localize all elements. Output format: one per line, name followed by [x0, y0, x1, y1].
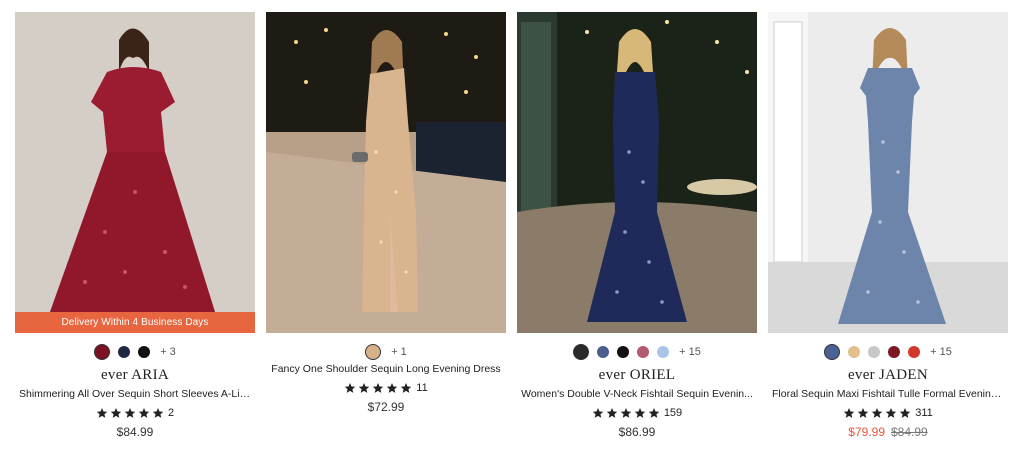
star-icon — [857, 408, 869, 418]
product-title[interactable]: Floral Sequin Maxi Fishtail Tulle Formal… — [768, 388, 1008, 400]
product-price: $79.99 $84.99 — [768, 425, 1008, 439]
rating-count[interactable]: 311 — [915, 407, 933, 419]
product-brand: ever JADEN — [847, 367, 929, 383]
star-icon — [620, 408, 632, 418]
color-swatch[interactable] — [908, 346, 921, 358]
star-icon — [592, 408, 604, 418]
star-icon — [648, 408, 660, 418]
rating: 2 — [15, 406, 255, 420]
price-value: $86.99 — [618, 425, 656, 439]
product-price: $84.99 — [15, 425, 255, 439]
sale-price: $79.99 — [848, 425, 885, 439]
star-icon — [345, 383, 356, 393]
color-swatch[interactable] — [888, 346, 901, 358]
star-icon — [401, 383, 412, 393]
star-icon — [885, 408, 897, 418]
star-icon — [387, 383, 398, 393]
color-swatch[interactable] — [848, 346, 861, 358]
star-icon — [843, 408, 855, 418]
more-colors-count[interactable]: + 15 — [930, 346, 952, 358]
price-value: $84.99 — [116, 425, 154, 439]
more-colors-count[interactable]: + 1 — [391, 346, 407, 358]
delivery-banner: Delivery Within 4 Business Days — [15, 312, 255, 333]
product-grid: Delivery Within 4 Business Days + 3 ever… — [0, 0, 1024, 456]
star-icon — [124, 408, 136, 418]
product-card[interactable]: + 1 Fancy One Shoulder Sequin Long Eveni… — [266, 12, 506, 414]
star-icon — [152, 408, 164, 418]
original-price: $84.99 — [891, 425, 928, 439]
color-swatches: + 15 — [517, 344, 757, 360]
color-swatch-selected[interactable] — [94, 344, 111, 360]
rating: 311 — [768, 406, 1008, 420]
star-icon — [871, 408, 883, 418]
rating-count[interactable]: 11 — [416, 382, 427, 394]
color-swatch[interactable] — [118, 346, 131, 358]
more-colors-count[interactable]: + 15 — [679, 346, 701, 358]
product-card[interactable]: Delivery Within 4 Business Days + 3 ever… — [15, 12, 255, 439]
color-swatch[interactable] — [597, 346, 610, 358]
star-icon — [634, 408, 646, 418]
color-swatch[interactable] — [138, 346, 151, 358]
product-title[interactable]: Shimmering All Over Sequin Short Sleeves… — [15, 388, 255, 400]
star-icon — [899, 408, 911, 418]
product-brand: ever ARIA — [100, 367, 170, 383]
product-image[interactable] — [517, 12, 757, 333]
rating: 159 — [517, 406, 757, 420]
product-title[interactable]: Women's Double V-Neck Fishtail Sequin Ev… — [517, 388, 757, 400]
color-swatches: + 15 — [768, 344, 1008, 360]
product-card[interactable]: + 15 ever JADEN Floral Sequin Maxi Fisht… — [768, 12, 1008, 439]
product-price: $72.99 — [266, 400, 506, 414]
product-card[interactable]: + 15 ever ORIEL Women's Double V-Neck Fi… — [517, 12, 757, 439]
product-image[interactable]: Delivery Within 4 Business Days — [15, 12, 255, 333]
color-swatch[interactable] — [637, 346, 650, 358]
color-swatches: + 1 — [266, 344, 506, 360]
color-swatch-selected[interactable] — [365, 344, 382, 360]
product-title[interactable]: Fancy One Shoulder Sequin Long Evening D… — [266, 363, 506, 375]
color-swatch[interactable] — [868, 346, 881, 358]
rating-count[interactable]: 159 — [664, 407, 682, 419]
star-icon — [373, 383, 384, 393]
star-icon — [138, 408, 150, 418]
star-icon — [606, 408, 618, 418]
rating-count[interactable]: 2 — [168, 407, 174, 419]
product-image[interactable] — [266, 12, 506, 333]
product-brand: ever ORIEL — [598, 367, 676, 383]
color-swatches: + 3 — [15, 344, 255, 360]
color-swatch-selected[interactable] — [824, 344, 841, 360]
product-price: $86.99 — [517, 425, 757, 439]
price-value: $72.99 — [367, 400, 405, 414]
rating: 11 — [266, 381, 506, 395]
star-icon — [110, 408, 122, 418]
star-icon — [96, 408, 108, 418]
color-swatch[interactable] — [617, 346, 630, 358]
color-swatch[interactable] — [657, 346, 670, 358]
star-icon — [359, 383, 370, 393]
product-image[interactable] — [768, 12, 1008, 333]
more-colors-count[interactable]: + 3 — [160, 346, 176, 358]
color-swatch-selected[interactable] — [573, 344, 590, 360]
